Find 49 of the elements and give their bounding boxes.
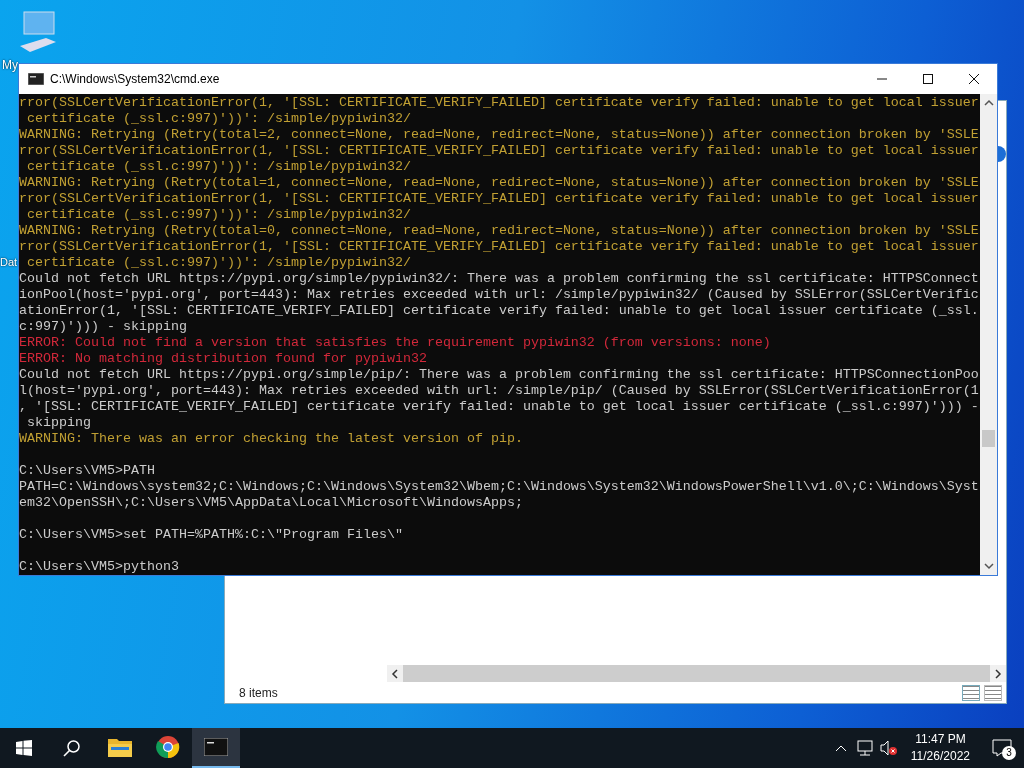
console-line: l(host='pypi.org', port=443): Max retries exceeded with url: /simple/pip/ (Caused by SSLError(SSLCertVerificationError(1 (19, 383, 980, 399)
notification-button[interactable]: 3 (980, 728, 1024, 768)
console-line: C:\Users\VM5>python3 (19, 559, 180, 575)
vertical-scrollbar[interactable] (980, 94, 997, 575)
scroll-left-icon[interactable] (391, 668, 399, 679)
console-line: ationError(1, '[SSL: CERTIFICATE_VERIFY_FAILED] certificate verify failed: unable to get local issuer certificate (_ssl. (19, 303, 980, 319)
console-line: ERROR: No matching distribution found for pypiwin32 (19, 351, 428, 367)
console-line: rror(SSLCertVerificationError(1, '[SSL: CERTIFICATE_VERIFY_FAILED] certificate verify failed: unable to get local issuer (19, 95, 980, 111)
console-line: , '[SSL: CERTIFICATE_VERIFY_FAILED] certificate verify failed: unable to get local issuer certificate (_ssl.c:997)'))) - (19, 399, 980, 415)
console-line: rror(SSLCertVerificationError(1, '[SSL: CERTIFICATE_VERIFY_FAILED] certificate verify failed: unable to get local issuer (19, 143, 980, 159)
desktop-icon-label: My (2, 58, 18, 72)
console-line: WARNING: Retrying (Retry(total=2, connect=None, read=None, redirect=None, status=None)) after connection broken by 'SSLE (19, 127, 980, 143)
console-line: ionPool(host='pypi.org', port=443): Max retries exceeded with url: /simple/pypiwin32/ (Caused by SSLError(SSLCertVerific (19, 287, 980, 303)
console-line: WARNING: Retrying (Retry(total=0, connect=None, read=None, redirect=None, status=None)) after connection broken by 'SSLE (19, 223, 980, 239)
console-line: WARNING: Retrying (Retry(total=1, connect=None, read=None, redirect=None, status=None)) after connection broken by 'SSLE (19, 175, 980, 191)
console-line: certificate (_ssl.c:997)'))': /simple/pypiwin32/ (26, 159, 412, 175)
console-line: certificate (_ssl.c:997)'))': /simple/pypiwin32/ (26, 255, 412, 271)
console-line: c:997)'))) - skipping (19, 319, 188, 335)
window-title: C:\Windows\System32\cmd.exe (50, 72, 221, 86)
clock-time[interactable]: 11:47 PM (915, 731, 966, 748)
console-line: rror(SSLCertVerificationError(1, '[SSL: CERTIFICATE_VERIFY_FAILED] certificate verify failed: unable to get local issuer (19, 191, 980, 207)
terminal-icon (28, 73, 44, 85)
console-line: ERROR: Could not find a version that satisfies the requirement pypiwin32 (from versions: none) (19, 335, 772, 351)
console-line: Could not fetch URL https://pypi.org/simple/pypiwin32/: There was a problem confirming the ssl certificate: HTTPSConnect (19, 271, 980, 287)
scroll-up-icon[interactable] (983, 99, 994, 107)
maximize-icon (922, 73, 934, 85)
console-line: WARNING: There was an error checking the latest version of pip. (19, 431, 524, 447)
console-line: certificate (_ssl.c:997)'))': /simple/pypiwin32/ (26, 111, 412, 127)
console-line: skipping (26, 415, 92, 431)
terminal-icon[interactable] (192, 728, 240, 768)
item-count: 8 items (239, 686, 278, 700)
details-view-icon[interactable] (962, 685, 980, 701)
search-icon (63, 739, 81, 757)
desktop-icon-label: Dat (0, 256, 18, 268)
console-line: C:\Users\VM5>PATH (19, 463, 156, 479)
notification-count: 3 (1002, 746, 1016, 760)
help-icon[interactable] (998, 146, 1006, 162)
scroll-right-icon[interactable] (994, 668, 1002, 679)
scroll-down-icon[interactable] (983, 562, 994, 570)
console-line: C:\Users\VM5>set PATH=%PATH%:C:\"Program Files\" (19, 527, 404, 543)
windows-logo-icon (16, 740, 32, 756)
console-line: em32\OpenSSH\;C:\Users\VM5\AppData\Local\Microsoft\WindowsApps; (19, 495, 524, 511)
console-line: Could not fetch URL https://pypi.org/simple/pip/: There was a problem confirming the ssl certificate: HTTPSConnectionPoo (19, 367, 980, 383)
console-line: certificate (_ssl.c:997)'))': /simple/pypiwin32/ (26, 207, 412, 223)
console-line: PATH=C:\Windows\system32;C:\Windows;C:\Windows\System32\Wbem;C:\Windows\System32\WindowsPowerShell\v1.0\;C:\Windows\Syst (19, 479, 980, 495)
scroll-thumb[interactable] (982, 430, 995, 447)
close-icon (968, 73, 980, 85)
console-line: rror(SSLCertVerificationError(1, '[SSL: CERTIFICATE_VERIFY_FAILED] certificate verify failed: unable to get local issuer (19, 239, 980, 255)
clock-date[interactable]: 11/26/2022 (910, 748, 970, 765)
